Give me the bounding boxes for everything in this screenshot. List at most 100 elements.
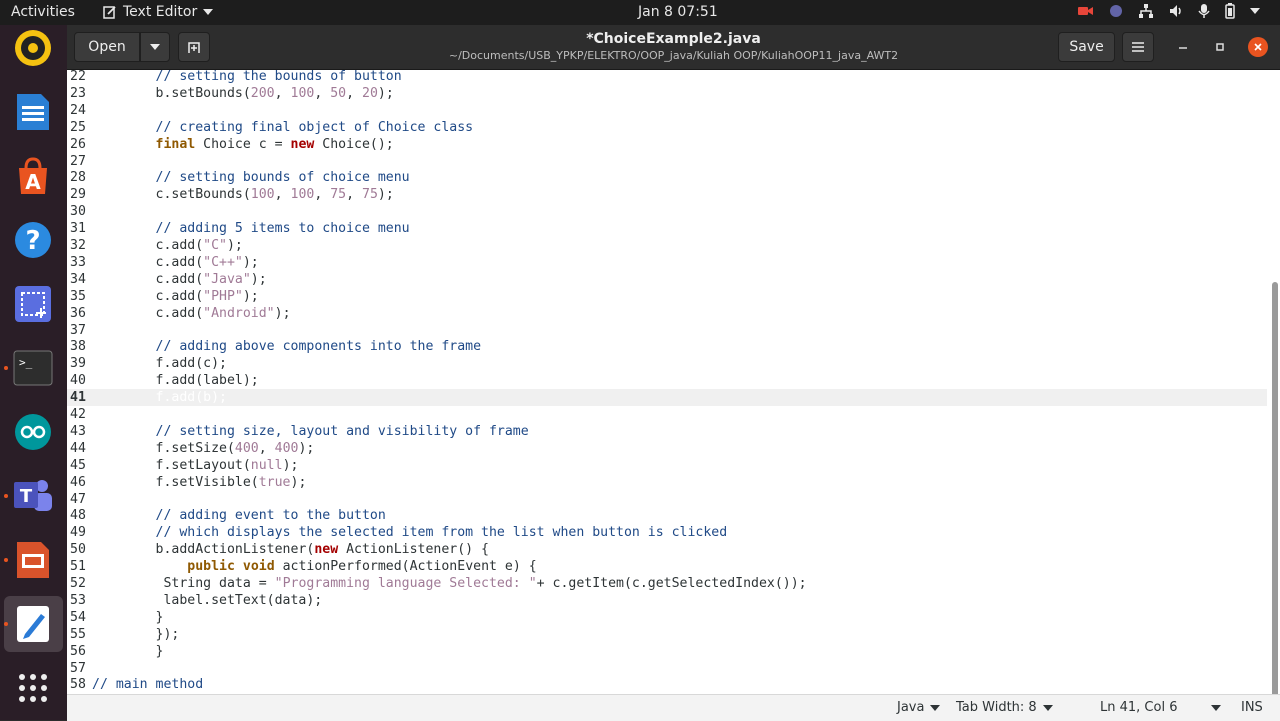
code-line[interactable]: 35 c.add("PHP"); [67,288,1267,305]
insert-mode-indicator[interactable]: INS [1241,700,1263,715]
line-text: // creating final object of Choice class [155,119,474,135]
close-button[interactable] [1248,37,1268,57]
line-number: 53 [70,592,86,608]
code-line[interactable]: 52 String data = "Programming language S… [67,575,1267,592]
code-line[interactable]: 58 // main method [67,676,1267,693]
line-text: c.setBounds(100, 100, 75, 75); [92,187,394,203]
line-text: f.add(label); [92,373,259,389]
help-icon[interactable]: ? [10,217,56,263]
hamburger-icon [1132,42,1144,52]
show-apps-icon[interactable] [10,665,56,711]
code-line[interactable]: 51 public void actionPerformed(ActionEve… [67,558,1267,575]
code-line[interactable]: 23 b.setBounds(200, 100, 50, 20); [67,85,1267,102]
teams-tray-icon[interactable] [1108,3,1124,19]
code-line[interactable]: 53 label.setText(data); [67,592,1267,609]
software-center-icon[interactable]: A [10,153,56,199]
line-number: 48 [70,508,86,524]
code-line[interactable]: 48 // adding event to the button [67,507,1267,524]
tab-width-label: Tab Width: 8 [956,700,1037,715]
line-number: 28 [70,170,86,186]
code-line[interactable]: 41 f.add(b); [67,389,1267,407]
code-line[interactable]: 54 } [67,609,1267,626]
line-text: // adding 5 items to choice menu [155,221,410,237]
code-line[interactable]: 42 [67,406,1267,423]
arduino-icon[interactable] [10,409,56,455]
tab-width-selector[interactable]: Tab Width: 8 [956,700,1053,715]
line-number: 35 [70,288,86,304]
line-number: 58 [70,677,86,693]
code-line[interactable]: 39 f.add(c); [67,355,1267,372]
chevron-down-icon [1042,704,1053,711]
save-button[interactable]: Save [1058,32,1115,62]
code-line[interactable]: 27 [67,153,1267,170]
code-line[interactable]: 33 c.add("C++"); [67,254,1267,271]
code-line[interactable]: 56 } [67,643,1267,660]
network-icon[interactable] [1138,3,1154,19]
code-line[interactable]: 28 // setting bounds of choice menu [67,169,1267,186]
dock: A ? >_ T [0,25,67,720]
code-line[interactable]: 43 // setting size, layout and visibilit… [67,423,1267,440]
code-line[interactable]: 49 // which displays the selected item f… [67,524,1267,541]
maximize-button[interactable] [1210,37,1230,57]
code-editor[interactable]: 22 // setting the bounds of button 23 b.s… [67,70,1280,694]
svg-text:T: T [20,486,33,507]
code-line[interactable]: 40 f.add(label); [67,372,1267,389]
code-line[interactable]: 38 // adding above components into the f… [67,338,1267,355]
code-line[interactable]: 37 [67,322,1267,339]
camera-recording-icon[interactable] [1078,5,1094,17]
code-line[interactable]: 30 [67,203,1267,220]
line-number: 44 [70,440,86,456]
code-line[interactable]: 24 [67,102,1267,119]
line-number: 49 [70,525,86,541]
chevron-down-icon[interactable] [1250,8,1260,14]
code-line[interactable]: 31 // adding 5 items to choice menu [67,220,1267,237]
line-number: 33 [70,254,86,270]
code-line[interactable]: 32 c.add("C"); [67,237,1267,254]
line-number: 32 [70,238,86,253]
text-editor-icon[interactable] [10,601,56,647]
line-text: f.setLayout(null); [92,457,299,473]
line-number: 43 [70,423,86,439]
menu-button[interactable] [1122,32,1154,62]
code-line[interactable]: 25 // creating final object of Choice cl… [67,119,1267,136]
rhythmbox-icon[interactable] [10,25,56,71]
line-number: 55 [70,626,86,642]
code-line[interactable]: 34 c.add("Java"); [67,271,1267,288]
code-line[interactable]: 45 f.setLayout(null); [67,457,1267,474]
code-line[interactable]: 47 [67,491,1267,508]
running-indicator [4,558,8,562]
volume-icon[interactable] [1168,3,1184,19]
vertical-scrollbar[interactable] [1272,282,1278,694]
writer-icon[interactable] [10,89,56,135]
running-indicator [4,622,8,626]
code-line[interactable]: 55 }); [67,626,1267,643]
line-text: f.setVisible(true); [92,474,307,490]
terminal-icon[interactable]: >_ [10,345,56,391]
app-menu[interactable]: Text Editor [103,4,214,20]
cursor-position-selector[interactable]: Ln 41, Col 6 [1100,700,1222,715]
line-number: 23 [70,85,86,101]
battery-icon[interactable] [1224,3,1236,19]
code-line[interactable]: 46 f.setVisible(true); [67,474,1267,491]
line-text: String data = "Programming language Sele… [92,576,807,591]
screenshot-icon[interactable] [10,281,56,327]
line-number: 34 [70,271,86,287]
code-line[interactable]: 36 c.add("Android"); [67,305,1267,322]
microphone-icon[interactable] [1198,3,1210,19]
impress-icon[interactable] [10,537,56,583]
teams-icon[interactable]: T [10,473,56,519]
system-tray[interactable] [1078,3,1260,19]
code-line[interactable]: 29 c.setBounds(100, 100, 75, 75); [67,186,1267,203]
code-line[interactable]: 22 // setting the bounds of button [67,70,1267,85]
activities-button[interactable]: Activities [11,4,75,20]
language-selector[interactable]: Java [897,700,941,715]
clock[interactable]: Jan 8 07:51 [638,4,718,20]
line-text: public void actionPerformed(ActionEvent … [187,559,537,575]
code-line[interactable]: 44 f.setSize(400, 400); [67,440,1267,457]
minimize-button[interactable] [1173,37,1193,57]
chevron-down-icon [930,704,941,711]
line-text: label.setText(data); [92,592,323,608]
code-line[interactable]: 26 final Choice c = new Choice(); [67,136,1267,153]
code-line[interactable]: 50 b.addActionListener(new ActionListene… [67,541,1267,558]
code-line[interactable]: 57 [67,660,1267,677]
